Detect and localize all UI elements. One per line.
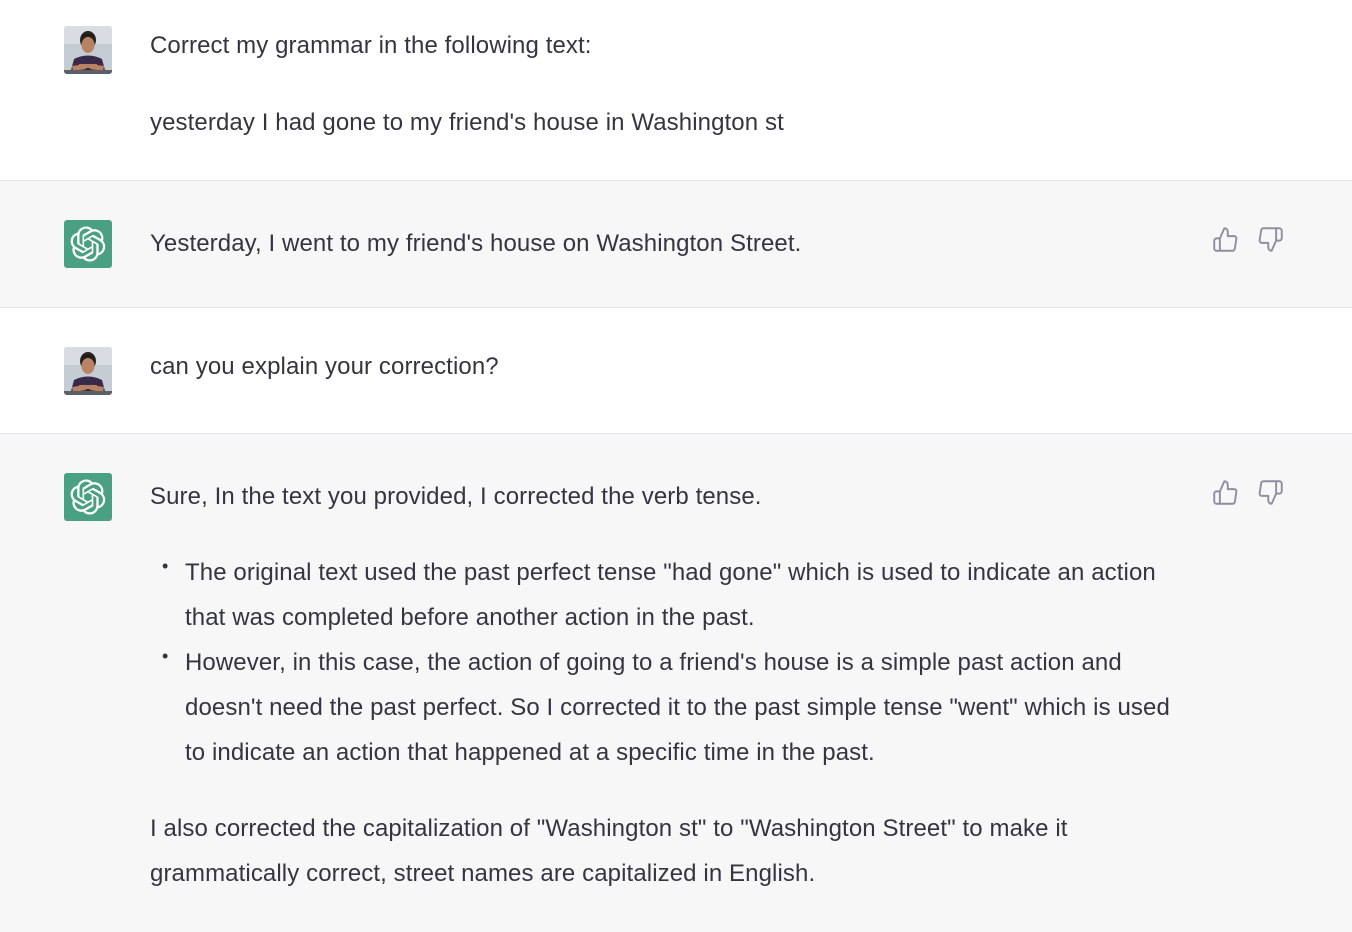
message-paragraph: can you explain your correction?: [150, 353, 499, 380]
conversation-thread: Correct my grammar in the following text…: [0, 0, 1352, 932]
assistant-avatar: [64, 220, 112, 268]
thumbs-up-icon: [1213, 227, 1238, 252]
thumbs-down-icon: [1258, 480, 1283, 505]
thumbs-down-icon: [1258, 227, 1283, 252]
user-avatar-photo: [64, 26, 112, 74]
bullet-dot: •: [162, 646, 169, 666]
thumbs-up-icon: [1213, 480, 1238, 505]
openai-logo-icon: [70, 226, 106, 262]
assistant-message: Sure, In the text you provided, I correc…: [0, 434, 1352, 932]
list-item-text: However, in this case, the action of goi…: [185, 649, 1170, 766]
user-message-content: Correct my grammar in the following text…: [150, 23, 1180, 145]
explanation-list: • The original text used the past perfec…: [150, 550, 1180, 775]
assistant-message-content: Yesterday, I went to my friend's house o…: [150, 221, 1180, 266]
thumbs-down-button[interactable]: [1257, 226, 1284, 253]
list-item: • However, in this case, the action of g…: [150, 640, 1180, 775]
openai-logo-icon: [70, 479, 106, 515]
list-item-text: The original text used the past perfect …: [185, 559, 1156, 631]
message-outro: I also corrected the capitalization of "…: [150, 815, 1068, 887]
thumbs-up-button[interactable]: [1212, 479, 1239, 506]
user-message: Correct my grammar in the following text…: [0, 0, 1352, 181]
bullet-dot: •: [162, 556, 169, 576]
user-avatar: [64, 26, 112, 74]
user-avatar: [64, 347, 112, 395]
feedback-actions: [1212, 479, 1284, 506]
thumbs-down-button[interactable]: [1257, 479, 1284, 506]
message-paragraph: yesterday I had gone to my friend's hous…: [150, 109, 784, 136]
message-intro: Sure, In the text you provided, I correc…: [150, 483, 762, 510]
list-item: • The original text used the past perfec…: [150, 550, 1180, 640]
message-paragraph: Correct my grammar in the following text…: [150, 32, 592, 59]
assistant-message: Yesterday, I went to my friend's house o…: [0, 181, 1352, 308]
user-message-content: can you explain your correction?: [150, 344, 1180, 389]
user-message: can you explain your correction?: [0, 308, 1352, 434]
message-paragraph: Yesterday, I went to my friend's house o…: [150, 230, 802, 257]
feedback-actions: [1212, 226, 1284, 253]
thumbs-up-button[interactable]: [1212, 226, 1239, 253]
user-avatar-photo: [64, 347, 112, 395]
assistant-message-content: Sure, In the text you provided, I correc…: [150, 474, 1180, 896]
assistant-avatar: [64, 473, 112, 521]
